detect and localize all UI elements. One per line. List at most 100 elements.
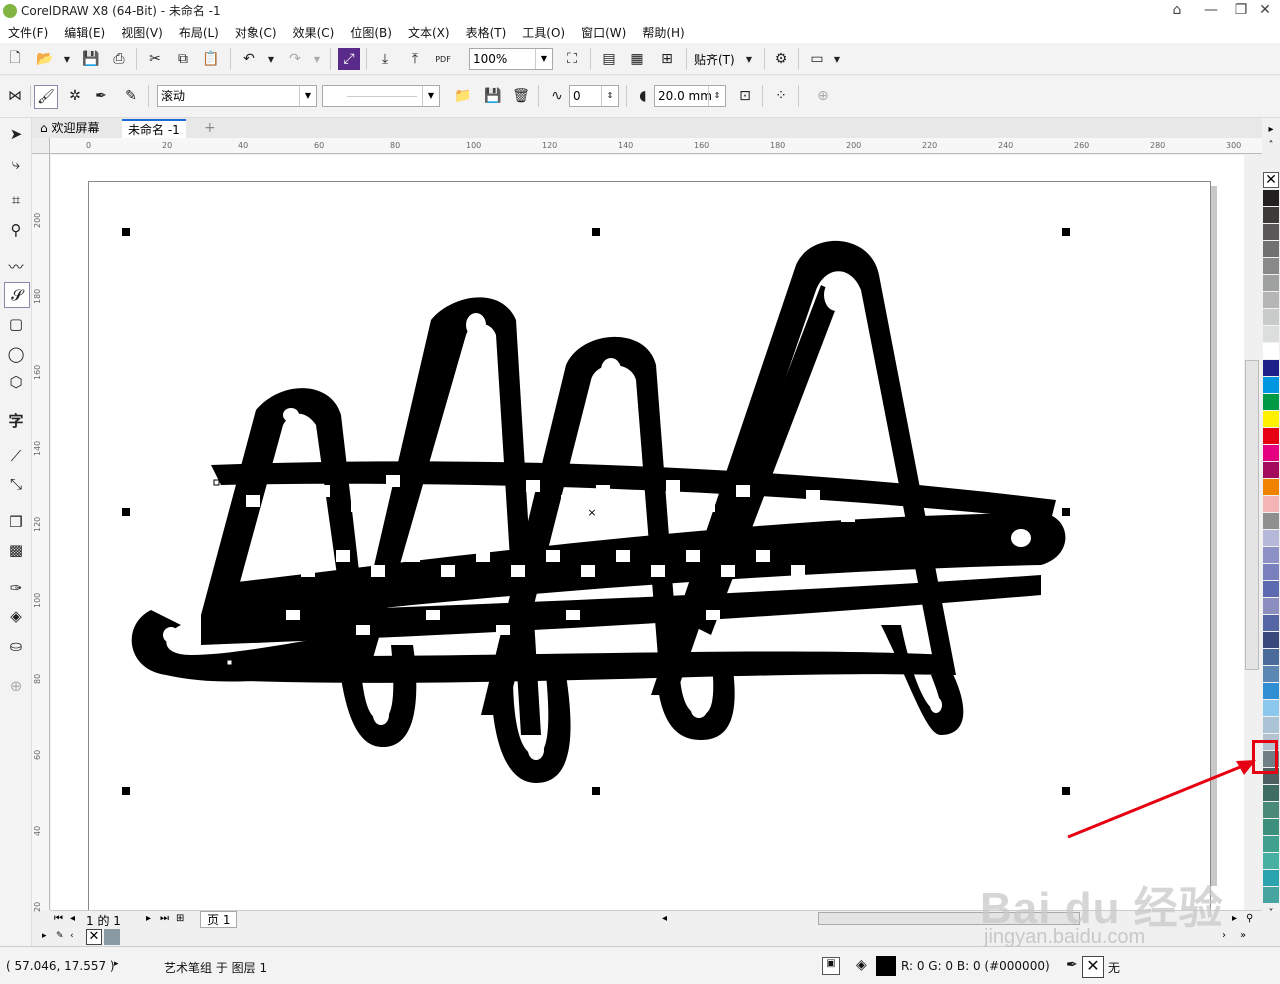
search-content-icon[interactable]: ⤢ bbox=[338, 48, 360, 70]
palette-swatch[interactable] bbox=[1263, 394, 1279, 410]
snap-to-menu[interactable]: 贴齐(T) bbox=[694, 51, 735, 68]
menu-file[interactable]: 文件(F) bbox=[0, 24, 56, 41]
stepper-icon[interactable]: ⇕ bbox=[601, 86, 618, 106]
save-icon[interactable]: 💾 bbox=[80, 48, 102, 70]
polygon-tool-icon[interactable]: ⬡ bbox=[4, 370, 28, 394]
last-page-icon[interactable]: ⏭ bbox=[160, 913, 169, 924]
chevron-down-icon[interactable]: ▼ bbox=[299, 86, 316, 106]
scroll-right-icon[interactable]: ▸ bbox=[1232, 913, 1237, 924]
palette-swatch[interactable] bbox=[1263, 292, 1279, 308]
interactive-fill-tool-icon[interactable]: ◈ bbox=[4, 604, 28, 628]
paste-icon[interactable]: 📋 bbox=[200, 48, 222, 70]
next-page-icon[interactable]: ▸ bbox=[146, 913, 151, 924]
palette-swatch[interactable] bbox=[1263, 377, 1279, 393]
palette-swatch[interactable] bbox=[1263, 309, 1279, 325]
palette-swatch[interactable] bbox=[1263, 479, 1279, 495]
zoom-tool-icon[interactable]: ⚲ bbox=[4, 218, 28, 242]
chevron-down-icon[interactable]: ▼ bbox=[535, 49, 552, 69]
smoothing-input[interactable]: 0 ⇕ bbox=[569, 85, 619, 107]
open-icon[interactable]: 📂 bbox=[34, 48, 56, 70]
palette-swatch[interactable] bbox=[1263, 428, 1279, 444]
palette-swatch[interactable] bbox=[1263, 564, 1279, 580]
crop-tool-icon[interactable]: ⌗ bbox=[4, 188, 28, 212]
parallel-dimension-tool-icon[interactable]: ⟋ bbox=[4, 444, 28, 468]
menu-window[interactable]: 窗口(W) bbox=[573, 24, 634, 41]
docpal-expand-icon[interactable]: » bbox=[1240, 930, 1246, 941]
pressure-tool-icon[interactable]: ✎ bbox=[120, 85, 142, 107]
brush-stroke-combo[interactable]: ▼ bbox=[322, 85, 440, 107]
menu-layout[interactable]: 布局(L) bbox=[171, 24, 227, 41]
docpal-swatch[interactable] bbox=[104, 929, 120, 945]
no-color-swatch[interactable]: ✕ bbox=[1263, 172, 1279, 188]
palette-swatch[interactable] bbox=[1263, 224, 1279, 240]
docpal-menu-icon[interactable]: ▸ bbox=[42, 931, 47, 941]
palette-swatch[interactable] bbox=[1263, 683, 1279, 699]
palette-swatch[interactable] bbox=[1263, 207, 1279, 223]
launcher-dropdown-icon[interactable]: ▼ bbox=[826, 48, 848, 70]
artistic-media-tool-icon[interactable]: 𝓢 bbox=[4, 282, 30, 308]
palette-swatch[interactable] bbox=[1263, 513, 1279, 529]
stroke-width-input[interactable]: 20.0 mm ⇕ bbox=[654, 85, 726, 107]
palette-swatch[interactable] bbox=[1263, 581, 1279, 597]
menu-edit[interactable]: 编辑(E) bbox=[56, 24, 113, 41]
new-document-icon[interactable]: 🗋 bbox=[4, 48, 26, 70]
stroke-width-icon[interactable]: ◖ bbox=[632, 85, 654, 107]
first-page-icon[interactable]: ⏮ bbox=[54, 913, 63, 924]
snap-dropdown-icon[interactable]: ▼ bbox=[738, 48, 760, 70]
menu-bitmap[interactable]: 位图(B) bbox=[342, 24, 400, 41]
drop-shadow-tool-icon[interactable]: ❒ bbox=[4, 510, 28, 534]
palette-swatch[interactable] bbox=[1263, 275, 1279, 291]
redo-icon[interactable]: ↷ bbox=[284, 48, 306, 70]
horizontal-ruler[interactable]: 0 20 40 60 80 100 120 140 160 180 200 220 240 260 280 3… bbox=[50, 138, 1262, 154]
tab-document[interactable]: 未命名 -1 bbox=[122, 119, 186, 139]
transparency-tool-icon[interactable]: ▩ bbox=[4, 538, 28, 562]
scale-with-object-icon[interactable]: ⊡ bbox=[734, 85, 756, 107]
show-guidelines-icon[interactable]: ⊞ bbox=[656, 48, 678, 70]
user-icon[interactable]: ⌂ bbox=[1162, 0, 1192, 21]
add-page-icon[interactable]: ⊞ bbox=[176, 913, 184, 924]
outline-pen-icon[interactable]: ✒ bbox=[1066, 957, 1078, 973]
palette-swatch[interactable] bbox=[1263, 717, 1279, 733]
status-expand-icon[interactable]: ▸ bbox=[114, 959, 119, 969]
palette-swatch[interactable] bbox=[1263, 632, 1279, 648]
options-gear-icon[interactable]: ⚙ bbox=[770, 48, 792, 70]
copy-icon[interactable]: ⧉ bbox=[172, 48, 194, 70]
print-icon[interactable]: ⎙ bbox=[108, 48, 130, 70]
rectangle-tool-icon[interactable]: ▢ bbox=[4, 312, 28, 336]
palette-swatch[interactable] bbox=[1263, 258, 1279, 274]
prev-page-icon[interactable]: ◂ bbox=[70, 913, 75, 924]
palette-swatch[interactable] bbox=[1263, 547, 1279, 563]
export-pdf-icon[interactable]: PDF bbox=[432, 48, 454, 70]
tab-welcome[interactable]: ⌂ 欢迎屏幕 bbox=[34, 119, 106, 137]
menu-text[interactable]: 文本(X) bbox=[400, 24, 458, 41]
close-button[interactable]: ✕ bbox=[1250, 0, 1280, 21]
palette-swatch[interactable] bbox=[1263, 870, 1279, 886]
redo-dropdown-icon[interactable]: ▼ bbox=[306, 48, 328, 70]
ellipse-tool-icon[interactable]: ◯ bbox=[4, 342, 28, 366]
docpal-scroll-left-icon[interactable]: ‹ bbox=[70, 931, 74, 941]
application-launcher-icon[interactable]: ▭ bbox=[806, 48, 828, 70]
delete-icon[interactable]: 🗑 bbox=[510, 85, 532, 107]
cut-icon[interactable]: ✂ bbox=[144, 48, 166, 70]
palette-scroll-top-icon[interactable]: ˄ bbox=[1263, 140, 1279, 152]
palette-swatch[interactable] bbox=[1263, 241, 1279, 257]
show-grid-icon[interactable]: ▦ bbox=[626, 48, 648, 70]
brush-category-combo[interactable]: 滚动 ▼ bbox=[157, 85, 317, 107]
fill-bucket-icon[interactable]: ◈ bbox=[856, 957, 867, 973]
browse-folder-icon[interactable]: 📁 bbox=[452, 85, 474, 107]
undo-icon[interactable]: ↶ bbox=[238, 48, 260, 70]
palette-swatch[interactable] bbox=[1263, 700, 1279, 716]
new-tab-plus-icon[interactable]: + bbox=[198, 119, 222, 137]
palette-swatch[interactable] bbox=[1263, 496, 1279, 512]
text-tool-icon[interactable]: 字 bbox=[4, 408, 28, 432]
calligraphic-tool-icon[interactable]: ✒ bbox=[90, 85, 112, 107]
palette-swatch[interactable] bbox=[1263, 530, 1279, 546]
menu-help[interactable]: 帮助(H) bbox=[634, 24, 692, 41]
page-tab[interactable]: 页 1 bbox=[200, 911, 238, 928]
shape-tool-icon[interactable]: ⤷ bbox=[4, 152, 28, 176]
brush-tool-icon[interactable]: 🖌 bbox=[34, 85, 58, 109]
vertical-ruler[interactable]: 200 180 160 140 120 100 80 60 40 20 bbox=[32, 138, 50, 912]
palette-swatch[interactable] bbox=[1263, 445, 1279, 461]
minimize-button[interactable]: — bbox=[1196, 0, 1226, 21]
palette-swatch[interactable] bbox=[1263, 598, 1279, 614]
